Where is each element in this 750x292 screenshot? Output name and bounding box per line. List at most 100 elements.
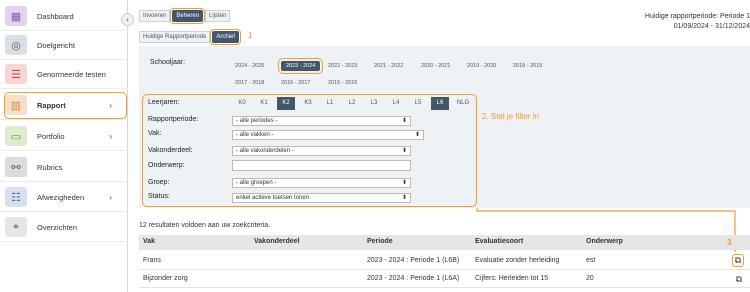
grade-option-selected[interactable]: K2: [277, 97, 295, 110]
tab-huidige-rapportperiode[interactable]: Huidige Rapportperiode: [139, 31, 211, 43]
year-option[interactable]: 2024 - 2025: [235, 63, 264, 69]
vakonderdeel-select[interactable]: - alle vakonderdelen - ⬍: [232, 146, 411, 156]
sub-tabs: Huidige Rapportperiode Archief: [139, 29, 242, 45]
sidebar-item-label: Rubrics: [37, 162, 63, 172]
sidebar-item-afwezigheden[interactable]: ☷ Afwezigheden ›: [0, 183, 128, 212]
sidebar-item-doelgericht[interactable]: ◎ Doelgericht: [0, 31, 128, 60]
grade-option[interactable]: NLG: [453, 97, 473, 110]
sidebar-item-label: Portfolio: [37, 131, 65, 141]
chevron-right-icon: ›: [109, 192, 112, 202]
rapportperiode-label: Rapportperiode:: [148, 116, 199, 123]
sidebar-item-genormeerde-testen[interactable]: ☰ Genormeerde testen: [0, 60, 128, 89]
year-option[interactable]: 2015 - 2016: [328, 80, 357, 86]
sidebar-item-rubrics[interactable]: ⚯ Rubrics: [0, 153, 128, 182]
select-arrow-icon: ⬍: [401, 180, 407, 186]
year-option[interactable]: 2020 - 2021: [421, 63, 450, 69]
tab-beheren[interactable]: Beheren: [170, 8, 206, 24]
vakonderdeel-value: - alle vakonderdelen -: [236, 148, 294, 154]
column-header-periode[interactable]: Periode: [367, 238, 393, 245]
chevron-right-icon: ›: [109, 131, 112, 141]
cell-onderwerp: est: [586, 257, 596, 264]
current-period-info: Huidige rapportperiode: Periode 1 01/09/…: [645, 12, 750, 32]
sidebar-item-portfolio[interactable]: ▭ Portfolio ›: [0, 122, 128, 151]
onderwerp-label: Onderwerp:: [148, 162, 185, 169]
groep-select[interactable]: - alle groepen - ⬍: [232, 178, 411, 188]
column-header-vak[interactable]: Vak: [143, 238, 155, 245]
grade-option-selected[interactable]: L6: [431, 97, 449, 110]
onderwerp-input[interactable]: [232, 160, 411, 171]
year-option[interactable]: 2022 - 2023: [328, 63, 357, 69]
column-header-onderwerp[interactable]: Onderwerp: [586, 238, 623, 245]
period-dates: 01/09/2024 - 31/12/2024: [673, 23, 750, 30]
sidebar-item-label: Overzichten: [37, 222, 78, 232]
grade-option[interactable]: L2: [343, 97, 361, 110]
grade-option[interactable]: K1: [255, 97, 273, 110]
main-content: Invoeren Beheren Lijsten Huidige rapport…: [134, 0, 750, 292]
status-value: enkel actieve toetsen tonen: [236, 195, 310, 201]
schooljaar-label: Schooljaar:: [150, 59, 186, 66]
cell-evaluatiesoort: Cijfers: Herleiden tot 15: [475, 275, 549, 282]
annotation-step-1: 1: [248, 31, 253, 40]
select-arrow-icon: ⬍: [414, 132, 420, 138]
sidebar-item-label: Doelgericht: [37, 40, 75, 50]
tab-invoeren[interactable]: Invoeren: [139, 10, 171, 22]
tab-archief[interactable]: Archief: [210, 29, 242, 45]
year-option[interactable]: 2017 - 2018: [235, 80, 264, 86]
sidebar-item-label: Dashboard: [37, 11, 74, 21]
cell-vak: Frans: [143, 257, 161, 264]
annotation-step-2: 2. Stel je filter in: [482, 112, 539, 121]
year-option[interactable]: 2018 - 2019: [513, 63, 542, 69]
grade-option[interactable]: L3: [365, 97, 383, 110]
status-select[interactable]: enkel actieve toetsen tonen ⬍: [232, 193, 411, 203]
telescope-icon: ⌖: [5, 217, 27, 237]
tab-lijsten[interactable]: Lijsten: [205, 10, 231, 22]
grade-option[interactable]: K0: [233, 97, 251, 110]
year-option[interactable]: 2016 - 2017: [281, 80, 310, 86]
year-option[interactable]: 2021 - 2022: [374, 63, 403, 69]
target-icon: ◎: [5, 35, 27, 55]
app-root: ▦ Dashboard ◎ Doelgericht ☰ Genormeerde …: [0, 0, 750, 292]
share-icon: ⚯: [5, 157, 27, 177]
checklist-icon: ☷: [5, 187, 27, 207]
annotation-step-3: 3: [727, 238, 732, 247]
collapse-sidebar-button[interactable]: ‹: [121, 13, 134, 26]
grade-option[interactable]: K3: [299, 97, 317, 110]
copy-icon[interactable]: ⧉: [731, 254, 744, 267]
column-header-evaluatiesoort[interactable]: Evaluatiesoort: [475, 238, 523, 245]
sidebar: ▦ Dashboard ◎ Doelgericht ☰ Genormeerde …: [0, 0, 128, 292]
groep-label: Groep:: [148, 179, 170, 186]
rapport-highlight: [4, 92, 127, 119]
year-option-selected[interactable]: 2023 - 2024: [277, 58, 324, 74]
column-header-vakonderdeel[interactable]: Vakonderdeel: [254, 238, 300, 245]
rapportperiode-select[interactable]: - alle periodes - ⬍: [232, 116, 411, 126]
period-title: Huidige rapportperiode: Periode 1: [644, 13, 750, 20]
vak-label: Vak:: [148, 130, 162, 137]
table-row: Frans 2023 - 2024 : Periode 1 (L6B) Eval…: [139, 253, 750, 270]
cell-periode: 2023 - 2024 : Periode 1 (L6B): [367, 257, 460, 264]
grade-option[interactable]: L4: [387, 97, 405, 110]
sidebar-item-overzichten[interactable]: ⌖ Overzichten: [0, 213, 128, 242]
vak-value: - alle vakken -: [236, 132, 274, 138]
year-option[interactable]: 2019 - 2020: [467, 63, 496, 69]
filter-panel: Schooljaar: 2024 - 2025 2023 - 2024 2022…: [139, 46, 750, 208]
sidebar-item-dashboard[interactable]: ▦ Dashboard: [0, 2, 128, 31]
top-tabs: Invoeren Beheren Lijsten: [139, 8, 231, 24]
select-arrow-icon: ⬍: [401, 195, 407, 201]
vak-select[interactable]: - alle vakken - ⬍: [232, 130, 424, 140]
cell-vak: Bijzonder zorg: [143, 275, 188, 282]
cell-onderwerp: 20: [586, 275, 594, 282]
table-row: Bijzonder zorg 2023 - 2024 : Periode 1 (…: [139, 271, 750, 288]
cell-evaluatiesoort: Evaluatie zonder herleiding: [475, 257, 560, 264]
list-icon: ☰: [5, 64, 27, 84]
result-count: 12 resultaten voldoen aan uw zoekcriteri…: [139, 222, 271, 229]
sidebar-item-label: Afwezigheden: [37, 192, 85, 202]
leerjaren-label: Leerjaren:: [148, 99, 180, 106]
vakonderdeel-label: Vakonderdeel:: [148, 147, 193, 154]
sidebar-item-label: Genormeerde testen: [37, 69, 106, 79]
folder-icon: ▭: [5, 126, 27, 146]
copy-icon[interactable]: ⧉: [734, 274, 744, 285]
status-label: Status:: [148, 193, 170, 200]
grade-option[interactable]: L1: [321, 97, 339, 110]
grade-option[interactable]: L5: [409, 97, 427, 110]
dashboard-icon: ▦: [5, 6, 27, 26]
